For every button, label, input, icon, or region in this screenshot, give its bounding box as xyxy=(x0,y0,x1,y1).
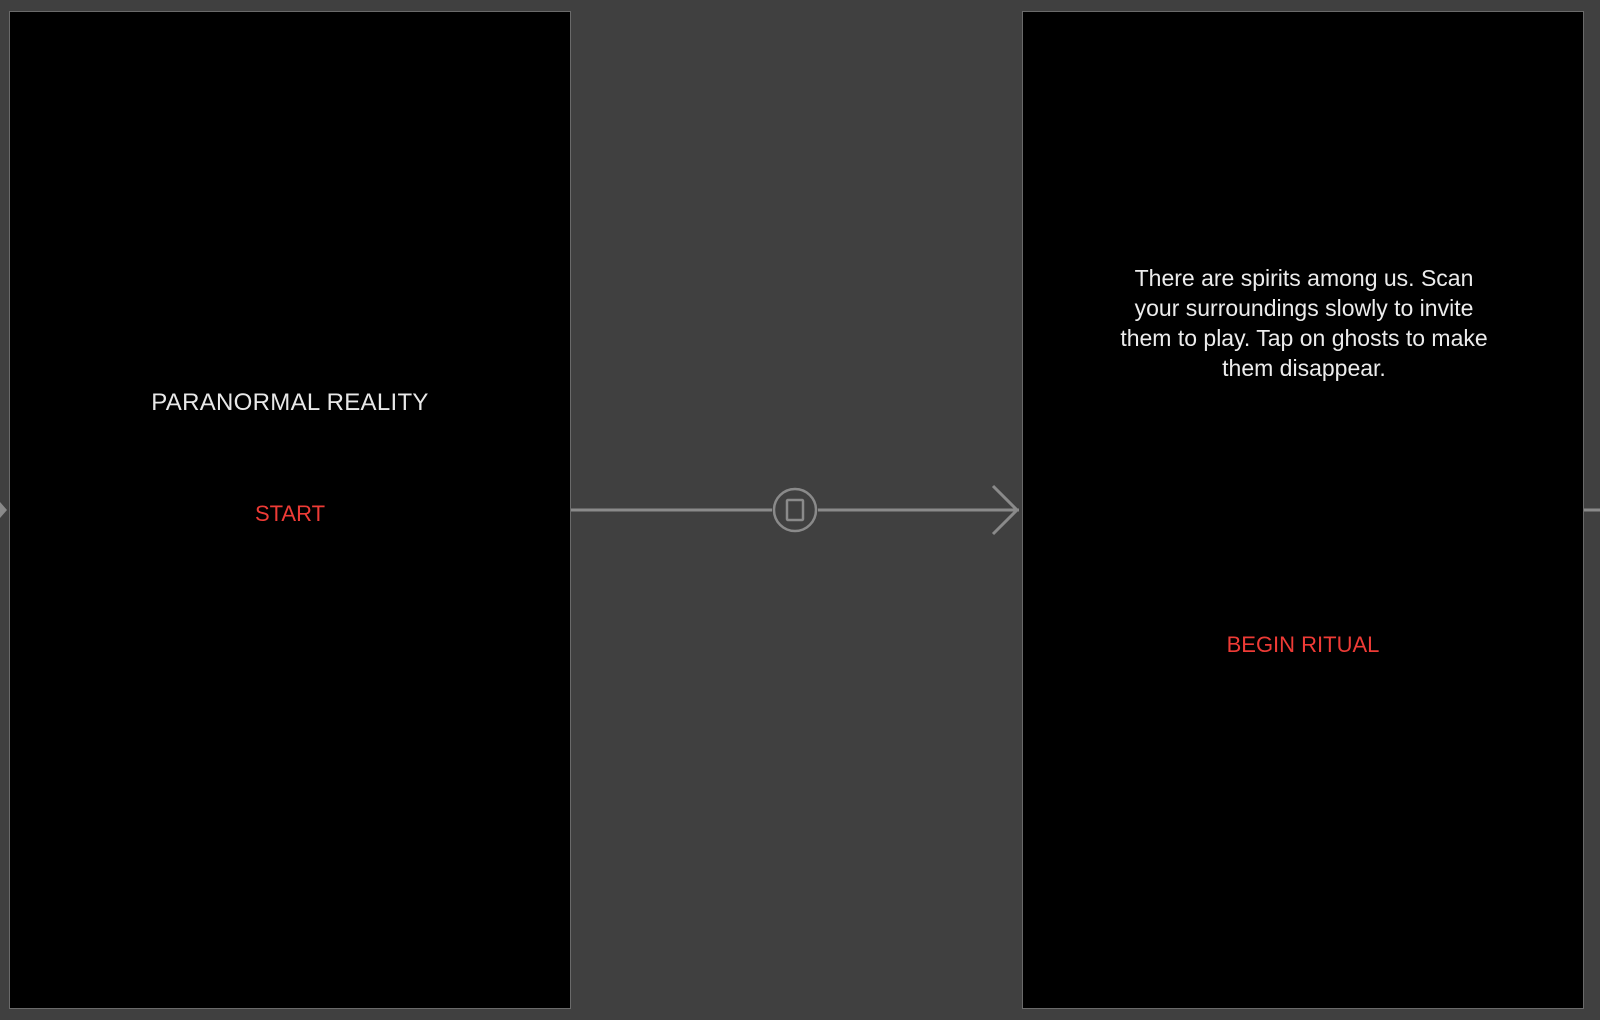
start-button[interactable]: START xyxy=(249,499,331,529)
app-title-label: PARANORMAL REALITY xyxy=(151,389,429,416)
instructions-label: There are spirits among us. Scan your su… xyxy=(1120,265,1488,381)
storyboard-canvas[interactable]: PARANORMAL REALITY START There are spiri… xyxy=(0,0,1600,1020)
begin-ritual-button[interactable]: BEGIN RITUAL xyxy=(1221,630,1386,660)
modal-segue-icon[interactable] xyxy=(772,487,818,533)
entry-arrow-icon xyxy=(0,502,7,518)
instructions-scene[interactable]: There are spirits among us. Scan your su… xyxy=(1022,11,1584,1009)
title-scene[interactable]: PARANORMAL REALITY START xyxy=(9,11,571,1009)
